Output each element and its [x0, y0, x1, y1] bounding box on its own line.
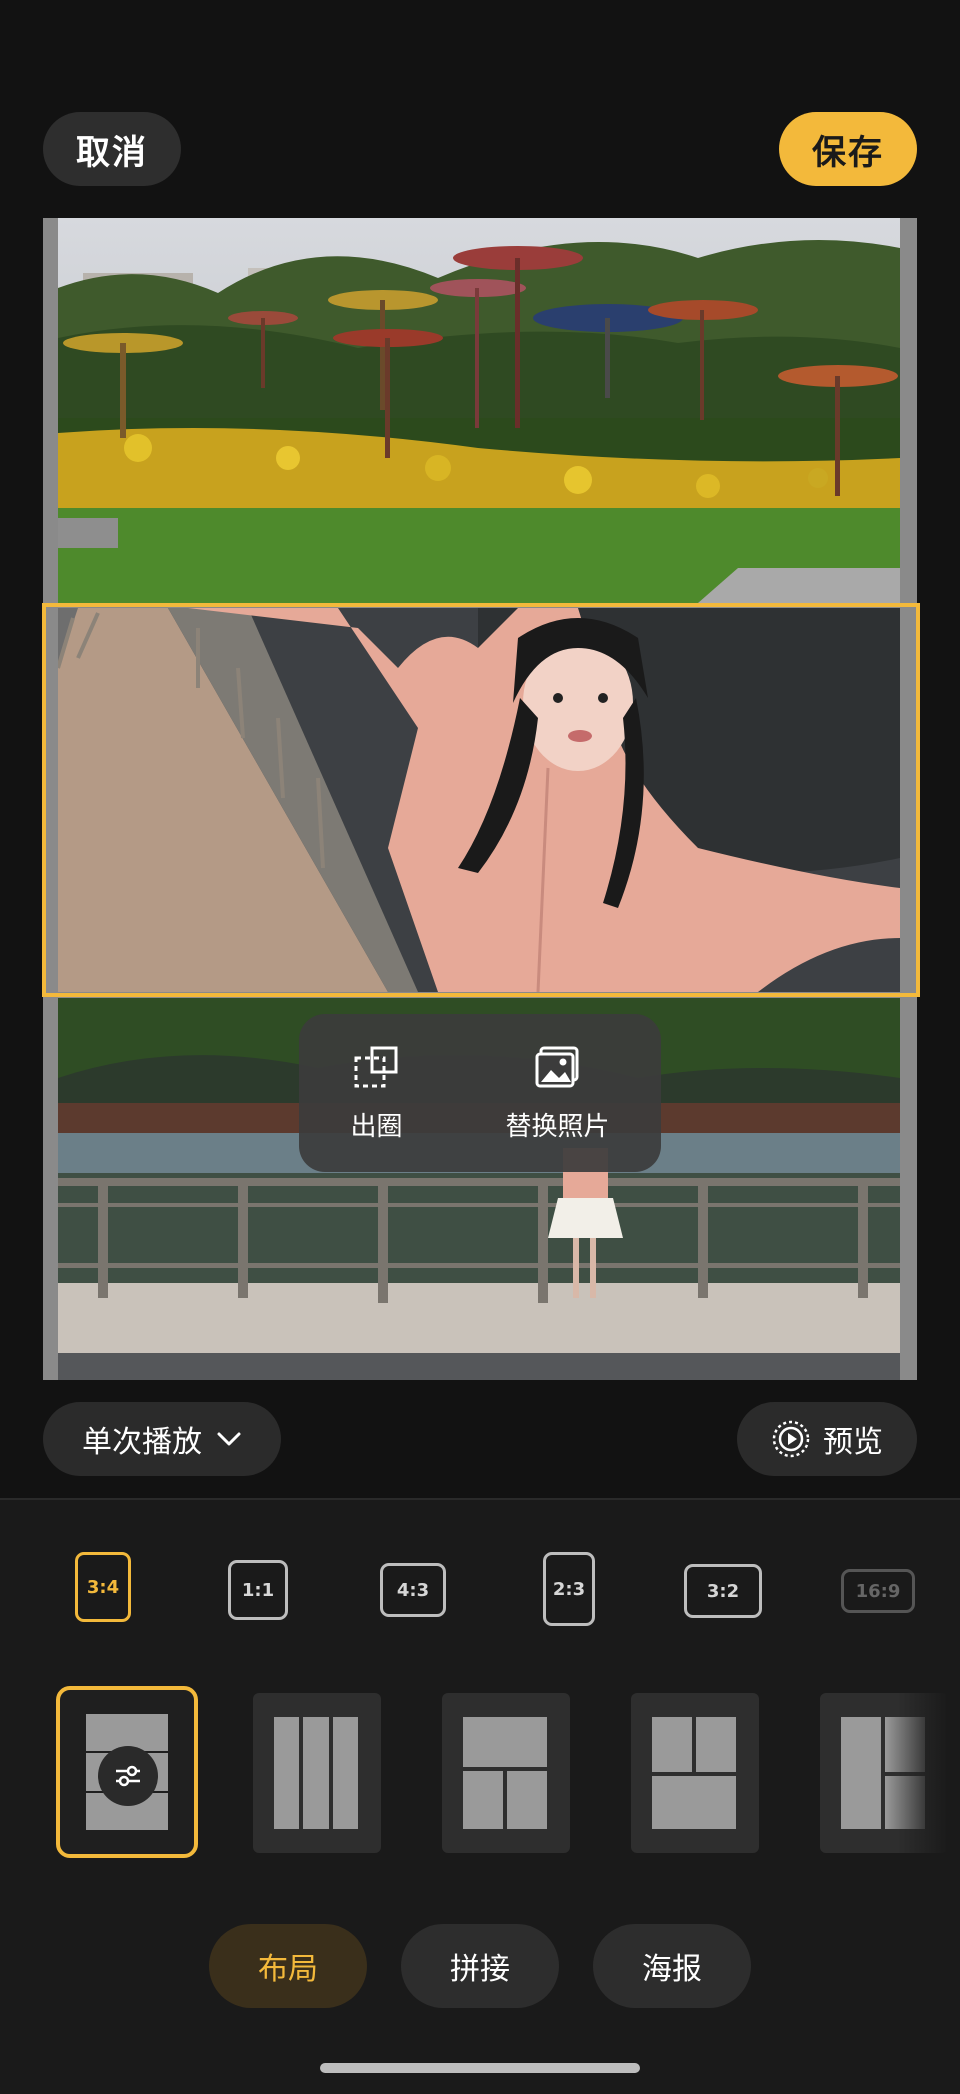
adjust-sliders-icon[interactable] — [98, 1746, 158, 1806]
cutout-action[interactable]: 出圈 — [350, 1044, 403, 1143]
layout-option-three-rows[interactable] — [56, 1686, 198, 1858]
tab-layout[interactable]: 布局 — [209, 1924, 367, 2008]
ratio-3-4[interactable]: 3:4 — [75, 1552, 131, 1622]
layout-option-top-two-bottom[interactable] — [442, 1693, 570, 1853]
layout-option-two-top-one-bottom[interactable] — [631, 1693, 759, 1853]
replace-photo-label: 替换照片 — [505, 1111, 610, 1142]
home-indicator — [320, 2063, 640, 2073]
ratio-1-1[interactable]: 1:1 — [228, 1560, 288, 1620]
collage-canvas: 出圈 替换照片 — [42, 218, 920, 1380]
layout-option-left-tall[interactable] — [820, 1693, 948, 1853]
replace-photo-icon — [535, 1046, 579, 1087]
layout-option-three-columns[interactable] — [253, 1693, 381, 1853]
tab-poster[interactable]: 海报 — [593, 1924, 751, 2008]
cancel-button[interactable]: 取消 — [43, 112, 181, 186]
ratio-4-3[interactable]: 4:3 — [380, 1563, 446, 1617]
replace-photo-action[interactable]: 替换照片 — [505, 1044, 610, 1143]
cutout-label: 出圈 — [350, 1111, 403, 1142]
save-button[interactable]: 保存 — [779, 112, 917, 186]
preview-button[interactable]: 预览 — [737, 1402, 917, 1476]
play-circle-icon — [772, 1420, 810, 1458]
play-mode-dropdown[interactable]: 单次播放 — [43, 1402, 281, 1476]
preview-label: 预览 — [823, 1425, 883, 1460]
selected-photo-outline — [42, 603, 920, 997]
chevron-down-icon — [217, 1432, 241, 1446]
ratio-2-3[interactable]: 2:3 — [543, 1552, 595, 1626]
ratio-3-2[interactable]: 3:2 — [684, 1564, 762, 1618]
play-mode-label: 单次播放 — [82, 1425, 202, 1460]
cutout-icon — [354, 1046, 398, 1087]
tab-stitch[interactable]: 拼接 — [401, 1924, 559, 2008]
ratio-16-9[interactable]: 16:9 — [841, 1569, 915, 1613]
photo-action-popup: 出圈 替换照片 — [299, 1014, 661, 1172]
collage-photo-garden[interactable] — [58, 218, 900, 603]
